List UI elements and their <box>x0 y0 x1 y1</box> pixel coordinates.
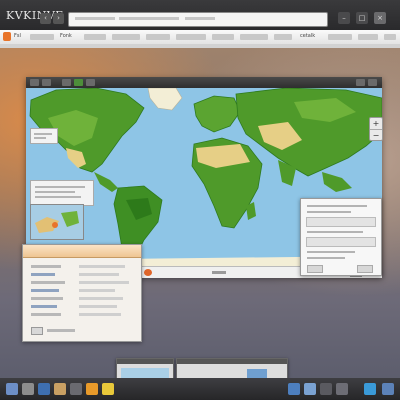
map-widget[interactable] <box>30 128 58 144</box>
layer-button[interactable] <box>307 265 323 273</box>
legend-label <box>31 265 61 268</box>
map-thumbnail[interactable] <box>30 204 84 240</box>
legend-panel <box>22 244 142 342</box>
bookmark-item[interactable] <box>240 34 268 40</box>
dock-app-icon[interactable] <box>288 383 300 395</box>
legend-button[interactable] <box>31 327 43 335</box>
dock-app-icon[interactable] <box>102 383 114 395</box>
legend-value <box>79 305 117 308</box>
toolbar-button[interactable] <box>42 79 51 86</box>
dock-app-icon[interactable] <box>22 383 34 395</box>
info-line <box>35 196 81 198</box>
tab-strip <box>0 44 400 48</box>
layer-item[interactable] <box>307 205 367 207</box>
zoom-out-icon[interactable]: − <box>370 130 382 141</box>
dock-app-icon[interactable] <box>54 383 66 395</box>
dock-app-icon[interactable] <box>382 383 394 395</box>
dock-app-icon[interactable] <box>70 383 82 395</box>
layer-button[interactable] <box>357 265 373 273</box>
toolbar-button[interactable] <box>30 79 39 86</box>
legend-value <box>79 289 115 292</box>
layers-panel <box>300 198 382 276</box>
bookmark-item[interactable] <box>30 34 54 40</box>
widget-line <box>34 137 46 139</box>
status-readout <box>212 271 226 274</box>
url-segment <box>75 17 115 20</box>
bookmark-item[interactable]: Fsl <box>14 33 21 39</box>
info-line <box>35 186 85 188</box>
layer-item[interactable] <box>307 231 363 233</box>
minimize-button[interactable]: – <box>338 12 350 24</box>
map-marker-icon[interactable] <box>144 269 152 276</box>
legend-value <box>79 265 125 268</box>
legend-label <box>31 289 59 292</box>
url-segment <box>119 17 179 20</box>
legend-value <box>79 281 129 284</box>
url-segment <box>185 17 215 20</box>
dock-app-icon[interactable] <box>38 383 50 395</box>
info-line <box>35 191 75 193</box>
legend-footer-text <box>47 329 75 332</box>
bookmark-item[interactable] <box>146 34 170 40</box>
back-icon[interactable]: ‹ <box>40 13 51 24</box>
bookmark-item[interactable] <box>176 34 206 40</box>
dock-app-icon[interactable] <box>364 383 376 395</box>
dock-app-icon[interactable] <box>304 383 316 395</box>
bookmark-item[interactable] <box>212 34 234 40</box>
thumbnail-graphic <box>31 205 83 239</box>
dock-app-icon[interactable] <box>86 383 98 395</box>
toolbar-button[interactable] <box>74 79 83 86</box>
dock-app-icon[interactable] <box>6 383 18 395</box>
bookmark-item[interactable]: Fonk <box>60 33 72 39</box>
legend-label <box>31 297 63 300</box>
toolbar-button[interactable] <box>368 79 377 86</box>
bookmark-item[interactable] <box>358 34 378 40</box>
widget-line <box>34 133 52 135</box>
address-bar[interactable] <box>68 12 328 27</box>
bookmark-item[interactable] <box>274 34 292 40</box>
legend-value <box>79 313 121 316</box>
close-button[interactable]: × <box>374 12 386 24</box>
layer-item[interactable] <box>307 257 345 259</box>
legend-label <box>31 313 61 316</box>
bookmark-item[interactable] <box>112 34 140 40</box>
layer-selector[interactable] <box>306 217 376 227</box>
toolbar-button[interactable] <box>356 79 365 86</box>
layer-selector[interactable] <box>306 237 376 247</box>
dock-app-icon[interactable] <box>320 383 332 395</box>
legend-value <box>79 297 123 300</box>
bookmark-item[interactable] <box>84 34 106 40</box>
legend-header <box>23 245 141 258</box>
browser-titlebar: KVKINVE ‹ › – □ × <box>0 0 400 30</box>
forward-icon[interactable]: › <box>53 13 64 24</box>
bookmark-item[interactable]: cetalk <box>300 33 315 39</box>
map-toolbar <box>26 77 382 88</box>
zoom-control: + − <box>369 117 383 141</box>
layer-item[interactable] <box>307 251 355 253</box>
legend-label <box>31 273 55 276</box>
bookmarks-bar: Fsl Fonk cetalk <box>0 30 400 45</box>
zoom-in-icon[interactable]: + <box>370 118 382 130</box>
logo-icon[interactable] <box>3 32 11 41</box>
legend-label <box>31 305 57 308</box>
dock-app-icon[interactable] <box>336 383 348 395</box>
bookmark-item[interactable] <box>384 34 396 40</box>
toolbar-button[interactable] <box>62 79 71 86</box>
map-info-box[interactable] <box>30 180 94 206</box>
bookmark-item[interactable] <box>328 34 352 40</box>
toolbar-button[interactable] <box>86 79 95 86</box>
maximize-button[interactable]: □ <box>356 12 368 24</box>
layer-item[interactable] <box>307 211 351 213</box>
legend-value <box>79 273 119 276</box>
legend-label <box>31 281 65 284</box>
